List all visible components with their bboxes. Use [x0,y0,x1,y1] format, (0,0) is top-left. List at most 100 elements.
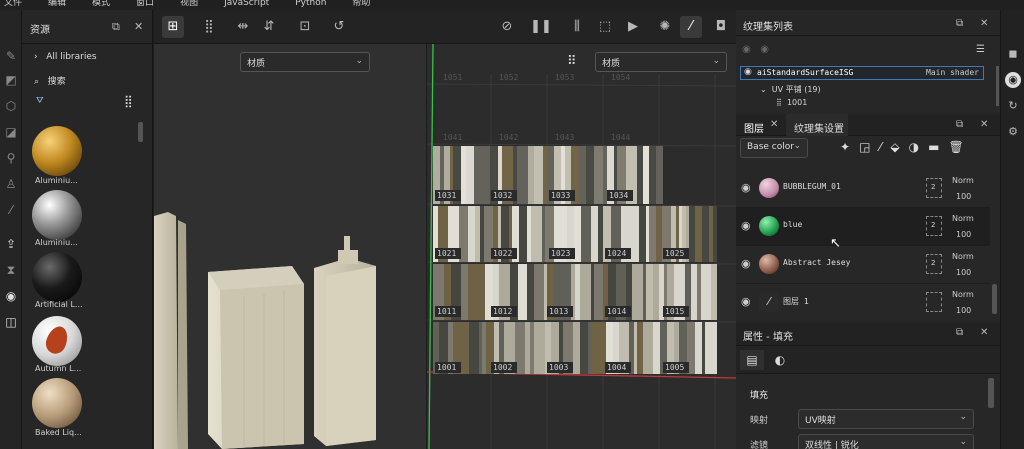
layer-row-selected[interactable]: ◉ blue 2 Norm 100 [736,208,990,246]
add-folder-icon[interactable]: ▬ [928,140,948,154]
menu-window[interactable]: 窗口 [136,0,176,8]
shelf-icon[interactable]: ⧗ [3,262,19,278]
close-icon[interactable]: ✕ [134,20,143,33]
search-row[interactable]: ⌕ 搜索 [34,74,66,87]
layer-mask[interactable]: 2 [926,216,942,236]
history-icon[interactable]: ↻ [1005,98,1021,114]
float-panel-icon[interactable]: ⧉ [112,20,120,34]
geometry-mask-icon[interactable]: ◪ [3,124,19,140]
grid-snap-icon[interactable]: ⊞ [162,16,184,38]
layer-mask[interactable]: 2 [926,254,942,274]
export-icon[interactable]: ⇪ [3,236,19,252]
add-fill-layer-icon[interactable]: ⬙ [890,140,908,154]
assets-scrollbar[interactable] [138,122,143,142]
menu-mode[interactable]: 模式 [92,0,132,8]
menu-view[interactable]: 视图 [180,0,220,8]
layer-mask[interactable] [926,292,942,312]
uv-tile-row[interactable]: ⣿ 1001 [776,98,807,106]
mirror-x-icon[interactable]: ⇹ [232,16,254,38]
opacity-value[interactable]: 100 [956,268,971,277]
camera-icon[interactable]: ▶ [622,16,644,38]
float-panel-icon[interactable]: ⧉ [956,119,963,130]
layer-mask[interactable]: 2 [926,178,942,198]
texture-set-row[interactable]: ◉ aiStandardSurfaceISG Main shader [740,66,984,80]
paint-brush-icon[interactable]: ⁄ [680,16,702,38]
float-panel-icon[interactable]: ⧉ [956,18,963,29]
brush-icon[interactable]: ✎ [3,48,19,64]
uv-grid-icon[interactable]: ⣿ [198,16,220,38]
layers-scrollbar[interactable] [992,284,997,314]
properties-scrollbar[interactable] [988,378,994,408]
blend-mode[interactable]: Norm [952,214,974,223]
channel-select[interactable]: Base color ⌄ [740,138,808,158]
blend-mode[interactable]: Norm [952,176,974,185]
opacity-value[interactable]: 100 [956,192,971,201]
material-tab-icon[interactable]: ◐ [768,350,792,370]
tab-layers[interactable]: 图层 [744,120,764,135]
opacity-value[interactable]: 100 [956,306,971,315]
menu-python[interactable]: Python [295,0,348,8]
eye-icon[interactable]: ◉ [741,219,751,232]
list-menu-icon[interactable]: ☰ [976,44,985,55]
blend-mode[interactable]: Norm [952,252,974,261]
cube-icon[interactable]: ◫ [3,314,19,330]
eye-icon[interactable]: ◉ [741,295,751,308]
opacity-value[interactable]: 100 [956,230,971,239]
menu-edit[interactable]: 编辑 [48,0,88,8]
add-mask-icon[interactable]: ◲ [859,140,879,154]
texture-set-list-icon[interactable]: ◼ [1005,46,1021,62]
clone-stamp-icon[interactable]: ♙ [3,176,19,192]
layer-row[interactable]: ◉ ⁄ 图层 1 Norm 100 [736,284,990,320]
menu-file[interactable]: 文件 [4,0,44,8]
blend-mode[interactable]: Norm [952,290,974,299]
add-smart-material-icon[interactable]: ◑ [909,140,928,154]
delete-icon[interactable]: 🗑 [948,140,972,154]
projection-icon[interactable]: ⬡ [3,98,19,114]
add-effect-icon[interactable]: ✦ [840,140,859,154]
menu-help[interactable]: 帮助 [352,0,392,8]
pause-icon[interactable]: ❚❚ [530,16,552,38]
smudge-icon[interactable]: ⚲ [3,150,19,166]
asset-thumb-aluminium[interactable] [32,190,82,240]
hide-icon[interactable]: ⊘ [496,16,518,38]
filter-icon[interactable]: ⛛ [36,96,44,106]
eye-icon[interactable]: ◉ [741,181,751,194]
frame-icon[interactable]: ⊡ [294,16,316,38]
display-settings-icon[interactable]: ⚙ [1005,124,1021,140]
viewport-uv[interactable]: ⠿ 材质 ⌄ 1051 1052 1053 1054 1041 1042 104… [426,44,736,449]
fill-tab-icon[interactable]: ▤ [740,350,764,370]
mirror-y-icon[interactable]: ⇵ [258,16,280,38]
split-view-icon[interactable]: ⫼ [566,16,588,38]
close-icon[interactable]: ✕ [980,119,988,130]
close-icon[interactable]: ✕ [770,119,778,130]
mapping-select[interactable]: UV映射 ⌄ [798,409,974,429]
bake-icon[interactable]: ◉ [3,288,19,304]
cube-view-icon[interactable]: ⬚ [594,16,616,38]
tab-texture-set-settings[interactable]: 纹理集设置 [794,120,844,135]
float-panel-icon[interactable]: ⧉ [956,327,963,338]
asset-thumb-artificial-leather[interactable] [32,252,82,302]
eye-icon[interactable]: ◉ [744,67,752,77]
asset-thumb-aluminium-gold[interactable] [32,126,82,176]
layer-row[interactable]: ◉ BUBBLEGUM_01 2 Norm 100 [736,170,990,208]
eraser-icon[interactable]: ◩ [3,72,19,88]
shader-settings-icon[interactable]: ◉ [1005,72,1021,88]
uv-tiles-row[interactable]: ⌄ UV 平铺 (19) [760,84,821,95]
filter-select[interactable]: 双线性 | 锐化 ⌄ [798,434,974,449]
light-icon[interactable]: ✺ [654,16,676,38]
texture-set-scrollbar[interactable] [996,66,999,106]
all-libraries-row[interactable]: › All libraries [34,52,97,62]
visibility-icon[interactable]: ◉ ◉ [742,44,769,55]
menu-javascript[interactable]: JavaScript [224,0,291,8]
close-icon[interactable]: ✕ [980,18,988,29]
viewport-3d[interactable]: 材质 ⌄ [154,44,426,449]
eye-icon[interactable]: ◉ [741,257,751,270]
history-icon[interactable]: ↺ [328,16,350,38]
asset-thumb-baked-liquid[interactable] [32,378,82,428]
layer-row[interactable]: ◉ Abstract Jesey 2 Norm 100 [736,246,990,284]
grid-view-icon[interactable]: ⣿ [124,94,133,108]
close-icon[interactable]: ✕ [980,327,988,338]
add-paint-layer-icon[interactable]: ⁄ [879,140,890,154]
screenshot-icon[interactable]: ◘ [710,16,732,38]
asset-thumb-autumn-leaf[interactable] [32,316,82,366]
